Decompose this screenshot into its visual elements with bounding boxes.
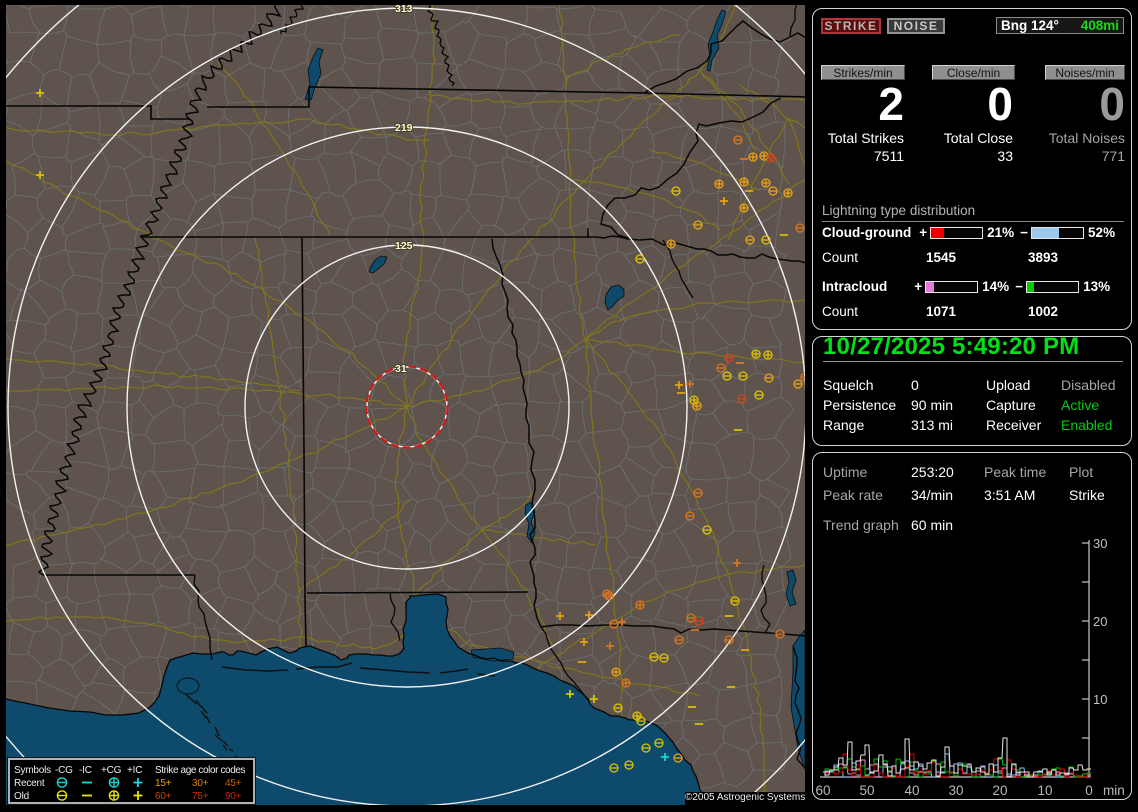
svg-text:313: 313: [395, 5, 413, 15]
svg-text:31: 31: [395, 363, 407, 375]
svg-text:60: 60: [815, 783, 830, 798]
svg-text:20: 20: [1093, 614, 1107, 629]
svg-text:min: min: [1103, 783, 1125, 798]
svg-text:30: 30: [1093, 536, 1107, 551]
svg-text:219: 219: [395, 122, 413, 134]
svg-text:20: 20: [992, 783, 1007, 798]
svg-text:10: 10: [1037, 783, 1052, 798]
svg-text:30: 30: [948, 783, 963, 798]
svg-text:10: 10: [1093, 692, 1107, 707]
svg-text:50: 50: [859, 783, 874, 798]
svg-text:40: 40: [904, 783, 919, 798]
svg-text:0: 0: [1085, 783, 1093, 798]
svg-text:125: 125: [395, 240, 413, 252]
